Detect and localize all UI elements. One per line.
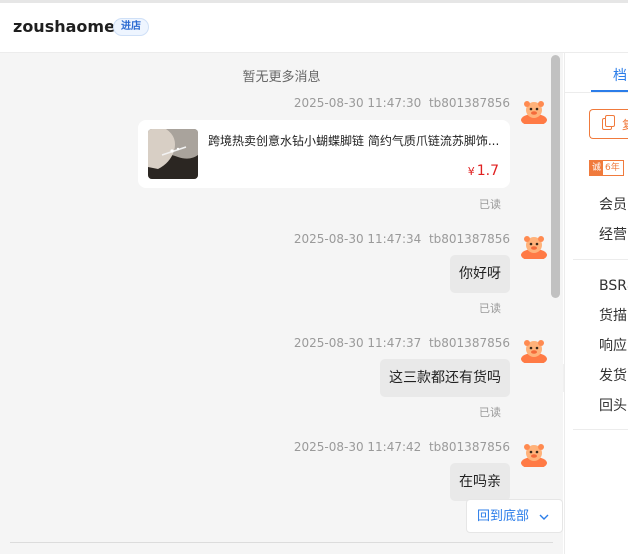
chat-header: zoushaomei 进店: [0, 3, 628, 53]
customer-info-panel: 档 复 诚6年 会员 经营 BSR与 货描 响应 发货 回头: [564, 53, 628, 554]
metric-bsr: BSR与: [599, 278, 628, 294]
shop-name: zoushaomei: [13, 17, 121, 36]
no-more-messages-label: 暂无更多消息: [242, 70, 321, 85]
user-avatar-icon[interactable]: [520, 439, 548, 467]
message-time: 2025-08-30 11:47:42: [293, 440, 422, 454]
panel-divider: [573, 429, 628, 430]
input-divider: [10, 542, 553, 543]
copy-button[interactable]: 复: [589, 109, 628, 139]
message-time: 2025-08-30 11:47:34: [293, 232, 422, 246]
message-meta: 2025-08-30 11:47:37 tb801387856: [294, 336, 510, 350]
product-price: ¥1.7: [468, 163, 499, 179]
chat-scrollbar[interactable]: [551, 55, 560, 298]
read-status: 已读: [479, 198, 501, 211]
years-badge: 诚 6年: [589, 160, 624, 176]
years-badge-text: 6年: [605, 163, 620, 173]
price-value: 1.7: [476, 163, 499, 179]
product-thumbnail[interactable]: [148, 129, 198, 179]
message-sender: tb801387856: [428, 96, 510, 110]
message-bubble[interactable]: 在吗亲: [450, 463, 510, 501]
copy-icon-front: [605, 115, 615, 127]
metric-repeat: 回头: [599, 398, 627, 414]
currency-symbol: ¥: [467, 165, 475, 178]
chevron-down-icon: [539, 514, 549, 520]
info-item-business: 经营: [599, 227, 627, 243]
enter-shop-button[interactable]: 进店: [113, 18, 149, 36]
product-card[interactable]: 跨境热卖创意水钻小蝴蝶脚链 简约气质爪链流苏脚饰... ¥1.7: [138, 120, 510, 188]
years-badge-mark: 诚: [590, 161, 604, 175]
scroll-to-bottom-label: 回到底部: [477, 509, 530, 524]
user-avatar-icon[interactable]: [520, 96, 548, 124]
panel-divider: [573, 259, 628, 260]
message-meta: 2025-08-30 11:47:34 tb801387856: [294, 232, 510, 246]
read-status: 已读: [479, 302, 501, 315]
scroll-to-bottom-button[interactable]: 回到底部: [466, 499, 563, 533]
message-meta: 2025-08-30 11:47:42 tb801387856: [294, 440, 510, 454]
copy-button-label: 复: [622, 116, 628, 133]
user-avatar-icon[interactable]: [520, 335, 548, 363]
read-status: 已读: [479, 406, 501, 419]
tab-divider: [565, 92, 628, 93]
user-avatar-icon[interactable]: [520, 231, 548, 259]
message-meta: 2025-08-30 11:47:30 tb801387856: [294, 96, 510, 110]
message-bubble[interactable]: 你好呀: [450, 255, 510, 293]
metric-response: 响应: [599, 338, 627, 354]
metric-description: 货描: [599, 308, 627, 324]
tab-profile[interactable]: 档: [613, 65, 627, 85]
chat-message-area[interactable]: 暂无更多消息 2025-08-30 11:47:30 tb801387856 跨…: [0, 53, 563, 554]
product-title[interactable]: 跨境热卖创意水钻小蝴蝶脚链 简约气质爪链流苏脚饰...: [208, 132, 500, 149]
message-time: 2025-08-30 11:47:37: [293, 336, 422, 350]
message-bubble[interactable]: 这三款都还有货吗: [380, 359, 510, 397]
message-sender: tb801387856: [428, 232, 510, 246]
message-sender: tb801387856: [428, 440, 510, 454]
message-sender: tb801387856: [428, 336, 510, 350]
info-item-member: 会员: [599, 197, 627, 213]
message-time: 2025-08-30 11:47:30: [293, 96, 422, 110]
metric-shipping: 发货: [599, 368, 627, 384]
